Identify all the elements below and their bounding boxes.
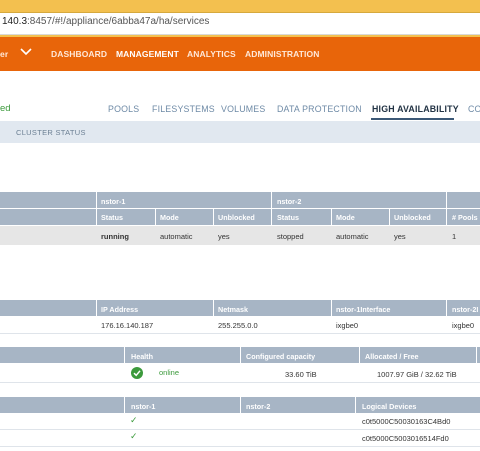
chevron-down-icon[interactable] [20, 47, 32, 57]
appliance-selector-label[interactable]: er [0, 49, 8, 59]
netmask-value: 255.255.0.0 [218, 321, 258, 330]
column-divider [359, 347, 360, 363]
column-divider [124, 397, 125, 413]
allocated-free-value: 1007.97 GiB / 32.62 TiB [377, 370, 457, 379]
row-separator [0, 382, 480, 383]
column-divider [240, 347, 241, 363]
column-divider [331, 300, 332, 316]
column-divider [240, 397, 241, 413]
column-mode-1[interactable]: Mode [160, 213, 179, 222]
check-icon: ✓ [130, 415, 138, 425]
check-icon: ✓ [130, 431, 138, 441]
nav-management[interactable]: MANAGEMENT [116, 49, 179, 59]
nav-analytics[interactable]: ANALYTICS [187, 49, 236, 59]
nstor-1-status: running [101, 232, 129, 241]
column-divider [271, 192, 272, 225]
nav-administration[interactable]: ADMINISTRATION [245, 49, 319, 59]
column-mode-2[interactable]: Mode [336, 213, 355, 222]
nav-dashboard[interactable]: DASHBOARD [51, 49, 107, 59]
column-divider [331, 209, 332, 225]
row-separator [0, 429, 480, 430]
tab-volumes[interactable]: VOLUMES [221, 104, 265, 114]
tab-filesystems[interactable]: FILESYSTEMS [152, 104, 215, 114]
row-separator [0, 446, 480, 447]
column-divider [96, 300, 97, 316]
nstor-1-mode: automatic [160, 232, 193, 241]
column-divider [446, 300, 447, 316]
health-status: online [159, 368, 180, 377]
column-nstor-1-interface[interactable]: nstor-1Interface [336, 305, 390, 314]
nstor-1-unblocked: yes [218, 232, 230, 241]
column-status-2[interactable]: Status [277, 213, 299, 222]
column-nstor-2-interface[interactable]: nstor-2I [452, 305, 478, 314]
column-divider [213, 209, 214, 225]
column-unblocked-1[interactable]: Unblocked [218, 213, 255, 222]
nstor-1-interface-value: ixgbe0 [336, 321, 359, 330]
column-divider [213, 300, 214, 316]
column-status-1[interactable]: Status [101, 213, 123, 222]
column-nstor-1[interactable]: nstor-1 [131, 402, 155, 411]
group-header-nstor-1: nstor-1 [101, 197, 126, 206]
column-logical-devices[interactable]: Logical Devices [362, 402, 416, 411]
column-divider [155, 209, 156, 225]
nstor-2-interface-value: ixgbe0 [452, 321, 475, 330]
column-unblocked-2[interactable]: Unblocked [394, 213, 431, 222]
nstor-2-mode: automatic [336, 232, 369, 241]
column-divider [355, 397, 356, 413]
tab-co[interactable]: CO [468, 104, 480, 114]
configured-capacity-value: 33.60 TiB [285, 370, 317, 379]
column-divider [476, 347, 477, 363]
column-nstor-2[interactable]: nstor-2 [246, 402, 270, 411]
column-health[interactable]: Health [131, 352, 153, 361]
column-divider [124, 347, 125, 363]
tab-high-availability[interactable]: HIGH AVAILABILITY [372, 104, 459, 114]
column-allocated-free[interactable]: Allocated / Free [365, 352, 419, 361]
nstor-2-status: stopped [277, 232, 304, 241]
group-header-nstor-2: nstor-2 [277, 197, 302, 206]
column-ip-address[interactable]: IP Address [101, 305, 138, 314]
subtab-cluster-status[interactable]: CLUSTER STATUS [16, 128, 86, 137]
logical-device: c0t5000C5003016514Fd0 [362, 434, 449, 443]
connection-status: ed [0, 103, 11, 114]
column-netmask[interactable]: Netmask [218, 305, 248, 314]
url-text[interactable]: 140.3:8457/#!/appliance/6abba47a/ha/serv… [2, 16, 209, 27]
column-configured-capacity[interactable]: Configured capacity [246, 352, 315, 361]
row-separator [0, 333, 480, 334]
column-pools[interactable]: # Pools [452, 213, 478, 222]
logical-device: c0t5000C50030163C4Bd0 [362, 417, 451, 426]
column-divider [96, 192, 97, 225]
pool-count: 1 [452, 232, 457, 241]
tab-pools[interactable]: POOLS [108, 104, 139, 114]
check-circle-icon [131, 367, 143, 379]
column-divider [446, 192, 447, 225]
ip-address-value: 176.16.140.187 [101, 321, 154, 330]
cluster-group-header [0, 192, 480, 208]
column-divider [389, 209, 390, 225]
nstor-2-unblocked: yes [394, 232, 406, 241]
active-tab-indicator [371, 118, 454, 120]
table-row[interactable] [0, 226, 480, 245]
tab-data-protection[interactable]: DATA PROTECTION [277, 104, 362, 114]
